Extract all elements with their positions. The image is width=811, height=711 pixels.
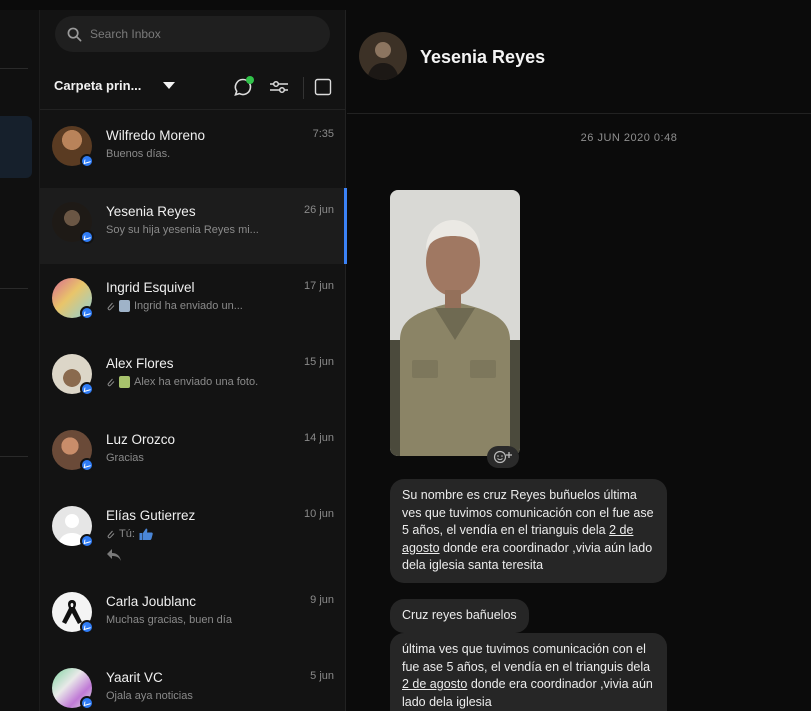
reply-arrow-icon [107,549,121,561]
conversation-item[interactable]: Yaarit VC Ojala aya noticias 5 jun [40,654,346,711]
caret-down-icon [163,82,176,89]
message-bubble: Su nombre es cruz Reyes buñuelos última … [390,479,667,583]
chat-header: Yesenia Reyes [347,10,811,114]
messenger-badge-icon [80,458,94,472]
conversation-item[interactable]: Carla Joublanc Muchas gracias, buen día … [40,578,346,654]
conversation-preview: Ojala aya noticias [106,690,193,702]
conversation-name: Ingrid Esquivel [106,280,195,295]
messenger-badge-icon [80,534,94,548]
rail-divider [0,288,28,289]
message-bubble: última ves que tuvimos comunicación con … [390,633,667,711]
folder-dropdown[interactable]: Carpeta prin... [54,78,176,93]
message-bubble: Cruz reyes bañuelos [390,599,529,633]
messenger-badge-icon [80,382,94,396]
conversation-date: 10 jun [304,508,334,520]
conversation-item-active[interactable]: Yesenia Reyes Soy su hija yesenia Reyes … [40,188,347,264]
messenger-badge-icon [80,306,94,320]
messenger-badge-icon [80,154,94,168]
conversation-preview: Buenos días. [106,148,171,160]
conversation-item[interactable]: Wilfredo Moreno Buenos días. 7:35 [40,112,346,188]
folder-toolbar: Carpeta prin... [40,66,346,110]
add-reaction-icon [493,450,512,464]
rail-selected-item[interactable] [0,116,32,178]
image-file-icon [119,300,130,312]
conversation-name: Carla Joublanc [106,594,197,609]
conversation-date: 15 jun [304,356,334,368]
conversation-preview: Muchas gracias, buen día [106,614,232,626]
conversation-name: Wilfredo Moreno [106,128,206,143]
photo-file-icon [119,376,130,388]
online-dot [246,76,254,84]
conversation-name: Elías Gutierrez [106,508,196,523]
messenger-badge-icon [80,696,94,710]
conversation-name: Yaarit VC [106,670,163,685]
conversation-item[interactable]: Alex Flores Alex ha enviado una foto. 15… [40,340,346,416]
conversation-date: 9 jun [310,594,334,606]
conversation-item[interactable]: Ingrid Esquivel Ingrid ha enviado un... … [40,264,346,340]
rail-divider [0,456,28,457]
search-icon [67,27,82,41]
conversation-item[interactable]: Elías Gutierrez Tú: 10 jun [40,492,346,578]
conversation-date: 7:35 [312,128,334,140]
compose-button[interactable] [231,75,255,99]
navigation-rail [0,10,40,711]
attachment-icon [107,530,115,539]
folder-label: Carpeta prin... [54,78,142,93]
filter-button[interactable] [267,75,291,99]
attachment-icon [107,302,115,311]
conversation-name: Alex Flores [106,356,174,371]
photo-of-man [390,190,520,456]
conversation-list-panel: Carpeta prin... Wilfredo M [40,10,347,711]
react-button[interactable] [487,446,519,468]
conversation-name: Luz Orozco [106,432,176,447]
thumbs-up-icon [139,528,153,540]
date-link[interactable]: 2 de agosto [402,677,467,691]
conversation-preview: Gracias [106,452,144,464]
toolbar-divider [303,77,304,99]
conversation-item[interactable]: Luz Orozco Gracias 14 jun [40,416,346,492]
select-checkbox[interactable] [311,75,335,99]
messenger-badge-icon [80,230,94,244]
chat-avatar[interactable] [359,32,407,80]
conversation-preview: Tú: [106,528,153,540]
conversation-preview: Ingrid ha enviado un... [106,300,243,312]
message-timestamp: 26 JUN 2020 0:48 [580,132,678,144]
checkbox-icon [314,78,332,96]
search-input[interactable] [90,27,310,41]
chat-title[interactable]: Yesenia Reyes [420,47,545,68]
sliders-icon [270,80,288,94]
chat-panel: Yesenia Reyes 26 JUN 2020 0:48 Su nombre… [347,10,811,711]
conversation-name: Yesenia Reyes [106,204,196,219]
conversation-preview: Alex ha enviado una foto. [106,376,258,388]
conversation-date: 26 jun [304,204,334,216]
rail-divider [0,68,28,69]
search-bar[interactable] [55,16,330,52]
messenger-badge-icon [80,620,94,634]
conversation-date: 5 jun [310,670,334,682]
attachment-icon [107,378,115,387]
conversation-preview: Soy su hija yesenia Reyes mi... [106,224,259,236]
conversation-date: 17 jun [304,280,334,292]
conversation-date: 14 jun [304,432,334,444]
shared-photo[interactable] [390,190,520,456]
